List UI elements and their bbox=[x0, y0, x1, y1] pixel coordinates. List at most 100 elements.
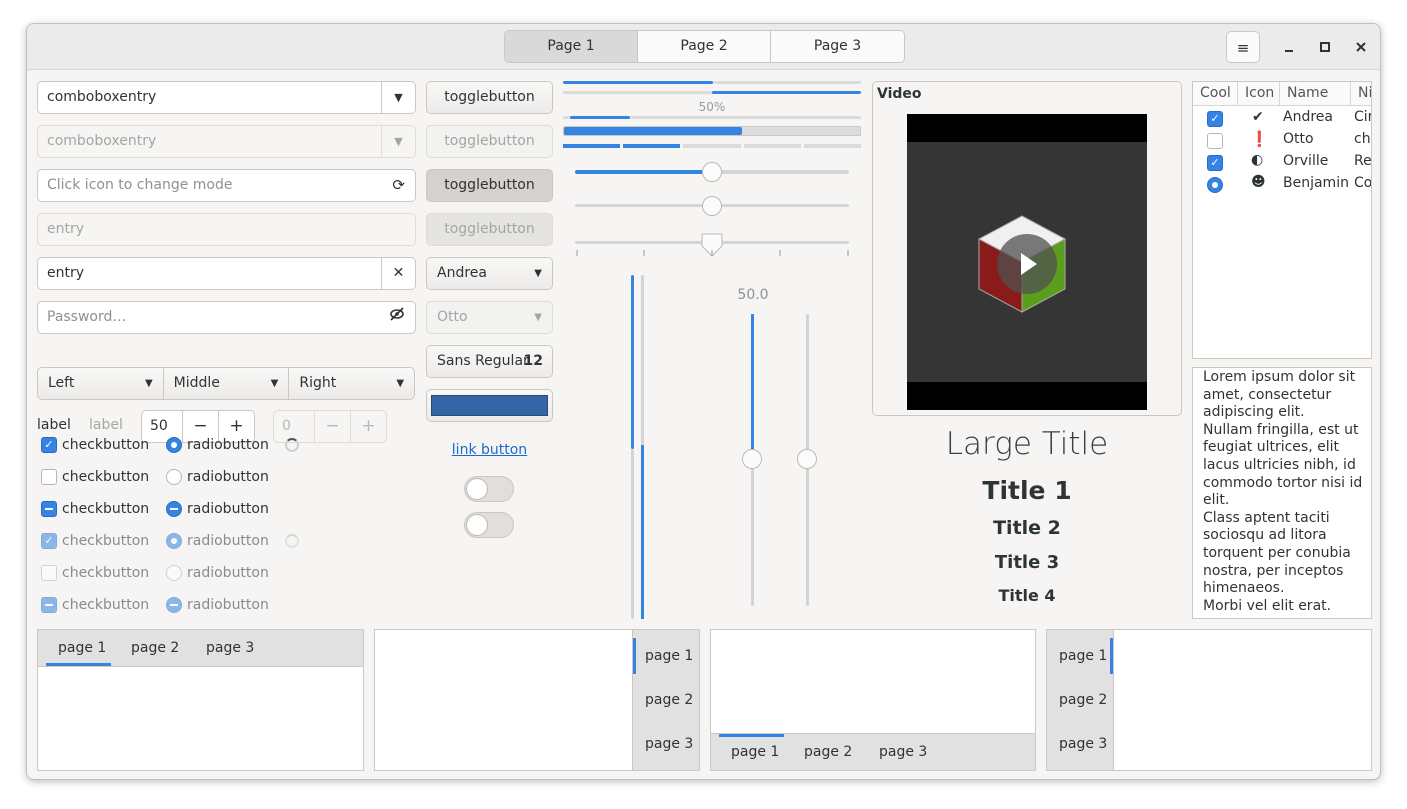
column-header-cool[interactable]: Cool bbox=[1193, 82, 1238, 106]
icon-entry-placeholder: Click icon to change mode bbox=[47, 177, 233, 193]
tab-indicator bbox=[1110, 638, 1113, 674]
menu-button[interactable]: ≡ bbox=[1226, 31, 1260, 63]
video-frame: Video bbox=[872, 81, 1182, 416]
tree-row[interactable]: ❗ Otto cha bbox=[1193, 130, 1371, 152]
radiobutton-unchecked[interactable]: radiobutton bbox=[166, 467, 269, 487]
dropdown-right-label: Right bbox=[299, 375, 337, 391]
video-area[interactable] bbox=[907, 114, 1147, 410]
radiobutton-unchecked-disabled: radiobutton bbox=[166, 563, 269, 583]
level-segment bbox=[803, 144, 862, 148]
notebook-tab-page-1[interactable]: page 1 bbox=[58, 638, 106, 658]
togglebutton-active-disabled: togglebutton bbox=[426, 213, 553, 246]
tree-row[interactable]: ✓ ◐ Orville Re bbox=[1193, 152, 1371, 174]
combo-andrea[interactable]: Andrea ▼ bbox=[426, 257, 553, 290]
radio-mixed-icon bbox=[166, 501, 182, 517]
font-button[interactable]: Sans Regular 12 bbox=[426, 345, 553, 378]
text-paragraph: Nullam fringilla, est ut feugiat ultrice… bbox=[1203, 421, 1363, 509]
link-button[interactable]: link button bbox=[426, 442, 553, 458]
checkbox-icon bbox=[41, 469, 57, 485]
radio-checked-icon bbox=[166, 533, 182, 549]
checkbox-checked-icon[interactable]: ✓ bbox=[1207, 111, 1223, 127]
column-header-nick[interactable]: Ni bbox=[1351, 82, 1371, 106]
vscale-1-knob[interactable] bbox=[742, 449, 762, 469]
tree-view[interactable]: Cool Icon Name Ni ✓ ✔ Andrea Cir ❗ Otto … bbox=[1192, 81, 1372, 359]
switch-1[interactable] bbox=[464, 476, 514, 502]
comboboxentry[interactable]: comboboxentry ▼ bbox=[37, 81, 416, 114]
notebook-tab-page-2[interactable]: page 2 bbox=[1059, 690, 1107, 710]
demo-window: Page 1 Page 2 Page 3 ≡ comboboxentry ▼ c… bbox=[26, 23, 1381, 780]
dropdown-middle[interactable]: Middle ▼ bbox=[164, 368, 290, 399]
notebook-tab-page-1[interactable]: page 1 bbox=[731, 742, 779, 762]
eye-hidden-icon[interactable] bbox=[389, 302, 405, 333]
notebook-tab-page-2[interactable]: page 2 bbox=[804, 742, 852, 762]
notebook-tab-page-2[interactable]: page 2 bbox=[131, 638, 179, 658]
tab-indicator bbox=[46, 663, 111, 666]
checkbutton-label: checkbutton bbox=[62, 469, 150, 485]
radiobutton-label: radiobutton bbox=[187, 565, 269, 581]
segmented-dropdowns: Left ▼ Middle ▼ Right ▼ bbox=[37, 367, 415, 400]
notebook-tab-page-3[interactable]: page 3 bbox=[206, 638, 254, 658]
entry[interactable]: entry ✕ bbox=[37, 257, 416, 290]
level-segment bbox=[683, 144, 741, 148]
notebook-tab-page-3[interactable]: page 3 bbox=[645, 734, 693, 754]
color-button[interactable] bbox=[426, 389, 553, 422]
checkbutton-unchecked[interactable]: checkbutton bbox=[41, 467, 149, 487]
spinner-icon bbox=[285, 534, 299, 548]
radiobutton-label: radiobutton bbox=[187, 533, 269, 549]
maximize-button[interactable] bbox=[1308, 31, 1342, 63]
radiobutton-mixed-disabled: radiobutton bbox=[166, 595, 269, 615]
radiobutton-checked[interactable]: radiobutton bbox=[166, 435, 269, 455]
refresh-icon[interactable]: ⟳ bbox=[392, 170, 405, 201]
checkbutton-mixed[interactable]: checkbutton bbox=[41, 499, 149, 519]
notebook-tabbar: page 1 page 2 page 3 bbox=[1047, 630, 1114, 770]
tab-page-3[interactable]: Page 3 bbox=[771, 31, 904, 62]
icon-entry[interactable]: Click icon to change mode ⟳ bbox=[37, 169, 416, 202]
comboboxentry-disabled-text: comboboxentry bbox=[47, 133, 157, 149]
plus-icon: + bbox=[350, 411, 386, 442]
checkbutton-label: checkbutton bbox=[62, 565, 150, 581]
vscale-2-knob[interactable] bbox=[797, 449, 817, 469]
notebook-tab-page-2[interactable]: page 2 bbox=[645, 690, 693, 710]
hscale-1-knob[interactable] bbox=[702, 162, 722, 182]
font-button-name: Sans Regular bbox=[437, 353, 529, 369]
togglebutton[interactable]: togglebutton bbox=[426, 81, 553, 114]
notebook-tab-page-1[interactable]: page 1 bbox=[645, 646, 693, 666]
password-field[interactable]: Password… bbox=[37, 301, 416, 334]
dropdown-left[interactable]: Left ▼ bbox=[38, 368, 164, 399]
dropdown-right[interactable]: Right ▼ bbox=[289, 368, 414, 399]
radio-checked-icon[interactable] bbox=[1207, 177, 1223, 193]
column-header-icon[interactable]: Icon bbox=[1238, 82, 1280, 106]
togglebutton-active[interactable]: togglebutton bbox=[426, 169, 553, 202]
chevron-down-icon[interactable]: ▼ bbox=[381, 82, 415, 113]
chevron-down-icon: ▼ bbox=[534, 268, 542, 279]
radio-mixed-icon bbox=[166, 597, 182, 613]
radiobutton-checked-disabled: radiobutton bbox=[166, 531, 269, 551]
spinner-icon bbox=[285, 438, 299, 452]
notebook-tab-page-1[interactable]: page 1 bbox=[1059, 646, 1107, 666]
checkbutton-checked[interactable]: ✓ checkbutton bbox=[41, 435, 149, 455]
tree-row[interactable]: ☻ Benjamin Co bbox=[1193, 174, 1372, 196]
close-button[interactable] bbox=[1344, 31, 1378, 63]
checkbox-checked-icon[interactable]: ✓ bbox=[1207, 155, 1223, 171]
checkbox-checked-icon: ✓ bbox=[41, 533, 57, 549]
radiobutton-mixed[interactable]: radiobutton bbox=[166, 499, 269, 519]
radiobutton-label: radiobutton bbox=[187, 501, 269, 517]
clear-icon[interactable]: ✕ bbox=[381, 258, 415, 289]
notebook-top: page 1 page 2 page 3 bbox=[37, 629, 364, 771]
play-button[interactable] bbox=[997, 234, 1057, 294]
vprogress-1 bbox=[631, 275, 634, 449]
notebook-tab-page-3[interactable]: page 3 bbox=[1059, 734, 1107, 754]
tab-page-2[interactable]: Page 2 bbox=[638, 31, 771, 62]
tree-row[interactable]: ✓ ✔ Andrea Cir bbox=[1193, 108, 1371, 130]
notebook-tab-page-3[interactable]: page 3 bbox=[879, 742, 927, 762]
hscale-2-knob[interactable] bbox=[702, 196, 722, 216]
tree-cell-nick: Co bbox=[1354, 175, 1372, 191]
switch-2[interactable] bbox=[464, 512, 514, 538]
hamburger-icon: ≡ bbox=[1236, 39, 1250, 57]
checkbox-icon[interactable] bbox=[1207, 133, 1223, 149]
text-view[interactable]: Lorem ipsum dolor sit amet, consectetur … bbox=[1192, 367, 1372, 619]
column-header-name[interactable]: Name bbox=[1280, 82, 1351, 106]
minimize-button[interactable] bbox=[1272, 31, 1306, 63]
text-paragraph: Lorem ipsum dolor sit amet, consectetur … bbox=[1203, 369, 1356, 421]
tab-page-1[interactable]: Page 1 bbox=[505, 31, 638, 62]
